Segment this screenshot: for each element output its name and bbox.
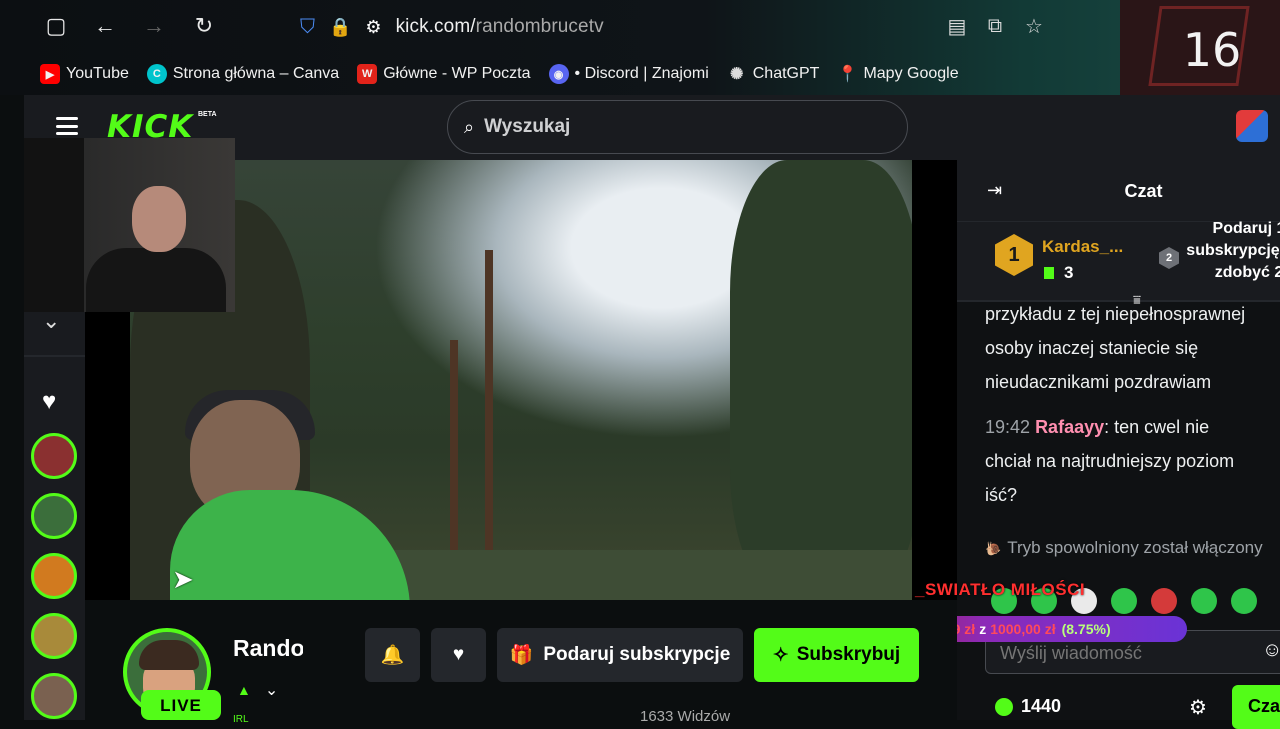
webcam-person-body <box>86 248 226 312</box>
followed-channel-avatar[interactable] <box>31 553 77 599</box>
channel-info-bar: LIVE Rando ▲ ⌄ IRL 🔔 ♥ 🎁 Podaruj subskrypc… <box>85 600 957 725</box>
slow-mode-notice: 🐌 Tryb spowolniony został włączony <box>985 538 1263 557</box>
webcam-overlay <box>24 138 235 312</box>
notifications-button[interactable]: 🔔 <box>365 628 420 682</box>
reader-view-icon[interactable]: ▤ <box>945 14 969 38</box>
video-letterbox <box>85 312 130 600</box>
tab-counter[interactable]: 16 <box>1120 0 1280 100</box>
emote-icon[interactable] <box>1191 588 1217 614</box>
chevron-down-icon[interactable]: ⌄ <box>265 680 278 700</box>
rank-2-badge: 2 <box>1159 247 1179 269</box>
reload-icon[interactable]: ↻ <box>190 12 218 40</box>
video-player[interactable] <box>130 160 912 600</box>
sidebar-toggle-icon[interactable]: ▢ <box>42 12 70 40</box>
send-chat-button[interactable]: Czat <box>1232 685 1280 729</box>
pip-icon[interactable]: ⧉ <box>983 14 1007 38</box>
bookmark-google-maps[interactable]: 📍 Mapy Google <box>837 64 958 84</box>
bookmark-wp-poczta[interactable]: W Główne - WP Poczta <box>357 64 531 84</box>
following-heart-icon[interactable]: ♥ <box>42 388 56 416</box>
video-scene-tree <box>730 160 912 600</box>
viewer-count: 1633 Widzów <box>640 708 731 725</box>
bell-icon: 🔔 <box>380 645 405 666</box>
video-letterbox <box>912 160 957 600</box>
canva-icon: C <box>146 64 167 84</box>
followed-channel-avatar[interactable] <box>31 493 77 539</box>
gift-subs-button[interactable]: 🎁 Podaruj subskrypcje <box>497 628 743 682</box>
chat-header: ⇥ Czat <box>957 160 1280 222</box>
bookmark-star-icon[interactable]: ☆ <box>1022 14 1046 38</box>
bookmarks-bar: ▶ YouTube C Strona główna – Canva W Główne … <box>30 60 967 88</box>
leader-gift-count: 3 <box>1044 263 1073 283</box>
browser-toolbar: ▢ ← → ↻ ⛉ 🔒 ⚙ kick.com/randombrucetv ▤ ⧉… <box>0 0 1115 55</box>
heart-icon: ♥ <box>452 644 465 665</box>
menu-icon[interactable] <box>56 117 78 135</box>
bookmark-youtube[interactable]: ▶ YouTube <box>40 64 129 84</box>
chat-message: przykładu z tej niepełnosprawnej osoby i… <box>985 304 1246 392</box>
avatar-hair <box>139 640 199 670</box>
followed-channel-avatar[interactable] <box>31 673 77 719</box>
live-badge: LIVE <box>141 690 221 720</box>
channel-points[interactable]: 1440 <box>995 696 1061 717</box>
verified-badge-icon: ▲ <box>237 682 251 698</box>
url-text[interactable]: kick.com/randombrucetv <box>396 16 604 38</box>
subscribe-button[interactable]: ✧ Subskrybuj <box>754 628 919 682</box>
message-username[interactable]: Rafaayy <box>1035 417 1104 437</box>
channel-badges: ▲ ⌄ <box>237 680 278 700</box>
gift-promo[interactable]: Podaruj 1 subskrypcję aby zdobyć 2 <box>1179 218 1280 284</box>
search-icon: ⌕ <box>464 116 475 137</box>
youtube-icon: ▶ <box>40 64 60 84</box>
followed-channel-avatar[interactable] <box>31 433 77 479</box>
wp-icon: W <box>357 64 378 84</box>
back-icon[interactable]: ← <box>91 12 119 40</box>
lock-icon[interactable]: 🔒 <box>329 17 351 38</box>
maps-pin-icon: 📍 <box>837 66 858 83</box>
points-icon <box>995 697 1013 716</box>
gift-leaderboard: 1 Kardas_... 3 2 Podaruj 1 subskrypcję a… <box>957 220 1280 307</box>
emote-icon[interactable] <box>1231 588 1257 614</box>
chat-settings-icon[interactable]: ⚙ <box>1189 695 1207 720</box>
emote-icon[interactable] <box>1111 588 1137 614</box>
message-time: 19:42 <box>985 417 1031 437</box>
bookmark-canva[interactable]: C Strona główna – Canva <box>146 64 339 84</box>
forward-icon[interactable]: → <box>140 12 168 40</box>
emote-icon[interactable] <box>1151 588 1177 614</box>
gift-icon: 🎁 <box>509 645 534 666</box>
video-scene-pole <box>485 250 493 600</box>
search-bar[interactable]: ⌕ <box>447 100 908 154</box>
rank-1-badge: 1 <box>995 234 1033 276</box>
emoji-picker-icon[interactable]: ☺ <box>1262 639 1280 662</box>
discord-icon: ◉ <box>548 64 569 84</box>
chat-title: Czat <box>1124 181 1163 201</box>
browser-chrome: ▢ ← → ↻ ⛉ 🔒 ⚙ kick.com/randombrucetv ▤ ⧉… <box>0 0 1280 100</box>
search-input[interactable] <box>484 116 865 138</box>
donation-goal-title: _SWIATŁO MIŁOŚCI <box>915 580 1086 599</box>
sparkle-icon: ✧ <box>772 644 789 666</box>
shield-icon[interactable]: ⛉ <box>300 16 315 39</box>
tab-count: 16 <box>1182 23 1242 77</box>
bookmark-discord[interactable]: ◉ • Discord | Znajomi <box>548 64 709 84</box>
beta-badge: BETA <box>198 111 217 118</box>
chat-message: 19:42 Rafaayy: ten cwel nie chciał na na… <box>985 417 1235 505</box>
user-avatar[interactable] <box>1236 110 1268 142</box>
chatgpt-icon: ✺ <box>730 66 744 83</box>
follow-button[interactable]: ♥ <box>431 628 486 682</box>
snail-icon: 🐌 <box>985 541 1002 556</box>
address-bar[interactable]: ⛉ 🔒 ⚙ kick.com/randombrucetv <box>300 10 940 44</box>
mouse-cursor-icon: ➤ <box>172 564 194 594</box>
gift-icon <box>1044 267 1054 279</box>
video-scene-person <box>170 490 410 600</box>
bookmark-chatgpt[interactable]: ✺ ChatGPT <box>727 64 819 84</box>
permissions-icon[interactable]: ⚙ <box>365 17 381 38</box>
chat-panel: ⇥ Czat 1 Kardas_... 3 2 Podaruj 1 subskr… <box>849 160 1280 729</box>
followed-channel-avatar[interactable] <box>31 613 77 659</box>
webcam-person-head <box>132 186 186 252</box>
chat-input[interactable] <box>1000 643 1250 664</box>
sidebar-divider <box>24 355 85 357</box>
channel-name[interactable]: Rando <box>233 635 303 662</box>
leader-username[interactable]: Kardas_... <box>1042 237 1123 257</box>
